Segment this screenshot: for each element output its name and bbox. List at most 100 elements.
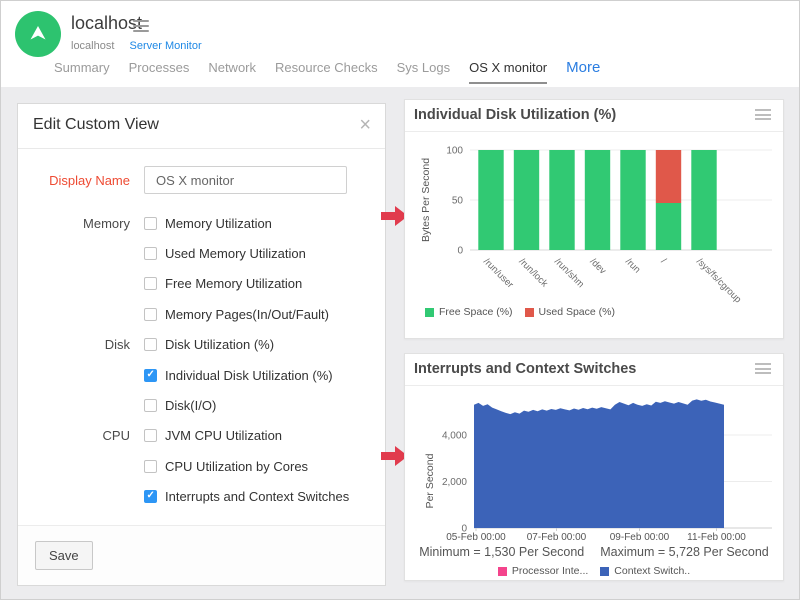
breadcrumb-host: localhost [71, 40, 114, 52]
legend-label: Free Space (%) [439, 306, 513, 318]
svg-text:07-Feb 00:00: 07-Feb 00:00 [527, 532, 587, 543]
disk-chart-legend: Free Space (%) Used Space (%) [425, 306, 615, 318]
disk-card-header: Individual Disk Utilization (%) [405, 100, 783, 132]
metric-row-memory-utilization: MemoryMemory Utilization [18, 208, 385, 238]
metric-label[interactable]: Disk Utilization (%) [165, 337, 274, 352]
app-root: localhost localhost Server Monitor Summa… [0, 0, 800, 600]
interrupts-card-header: Interrupts and Context Switches [405, 354, 783, 386]
tab-os-x-monitor[interactable]: OS X monitor [469, 60, 547, 84]
checkbox-checked-individual-disk-utilization[interactable] [144, 369, 157, 382]
legend-label: Used Space (%) [539, 306, 615, 318]
page-header: localhost localhost Server Monitor Summa… [1, 1, 799, 87]
svg-text:09-Feb 00:00: 09-Feb 00:00 [610, 532, 670, 543]
display-name-input[interactable] [144, 166, 347, 194]
tab-bar: Summary Processes Network Resource Checks Sy… [54, 57, 600, 84]
metric-row-disk-utilization: Disk Disk Utilization (%) [18, 330, 385, 360]
checkbox-used-memory-utilization[interactable] [144, 247, 157, 260]
interrupts-card-menu-icon[interactable] [755, 363, 771, 377]
tab-processes[interactable]: Processes [129, 60, 190, 84]
group-label: CPU [18, 428, 130, 443]
metric-row-interrupts-and-context-switches: Interrupts and Context Switches [18, 482, 385, 512]
legend-label: Processor Inte... [512, 565, 588, 577]
interrupts-card: Interrupts and Context Switches 02,0004,… [404, 353, 784, 581]
checkbox-jvm-cpu-utilization[interactable] [144, 429, 157, 442]
tab-more[interactable]: More [566, 59, 600, 84]
metric-label[interactable]: Memory Pages(In/Out/Fault) [165, 307, 329, 322]
svg-text:/run/user: /run/user [481, 256, 515, 290]
tab-resource-checks[interactable]: Resource Checks [275, 60, 378, 84]
legend-swatch-icon [425, 308, 434, 317]
display-name-row: Display Name [18, 166, 347, 194]
checkbox-disk-utilization[interactable] [144, 338, 157, 351]
panel-header: Edit Custom View × [18, 104, 385, 149]
panel-footer: Save [18, 525, 385, 585]
legend-item-processor-inte[interactable]: Processor Inte... [498, 565, 588, 577]
metric-row-cpu-utilization-by-cores: CPU Utilization by Cores [18, 451, 385, 481]
save-button[interactable]: Save [35, 541, 93, 570]
svg-text:2,000: 2,000 [442, 477, 467, 488]
svg-text:/run/lock: /run/lock [517, 256, 550, 289]
tab-summary[interactable]: Summary [54, 60, 110, 84]
maximum-value: Maximum = 5,728 Per Second [600, 545, 769, 559]
interrupts-area-chart: 02,0004,000Per Second05-Feb 00:0007-Feb … [405, 386, 785, 544]
svg-text:11-Feb 00:00: 11-Feb 00:00 [687, 532, 746, 543]
svg-text:50: 50 [452, 196, 464, 207]
svg-text:/run/shm: /run/shm [552, 256, 586, 290]
breadcrumb-monitor-link[interactable]: Server Monitor [129, 40, 201, 52]
interrupts-chart-legend: Processor Inte... Context Switch.. [405, 565, 783, 577]
edit-custom-view-panel: Edit Custom View × Display Name MemoryMe… [17, 103, 386, 586]
minimum-value: Minimum = 1,530 Per Second [419, 545, 584, 559]
svg-text:/dev: /dev [588, 256, 609, 277]
metric-label[interactable]: Free Memory Utilization [165, 276, 302, 291]
up-arrow-icon [26, 22, 50, 46]
checkbox-memory-pages-in-out-fault[interactable] [144, 308, 157, 321]
breadcrumb: localhost Server Monitor [71, 40, 202, 52]
legend-swatch-icon [498, 567, 507, 576]
group-label: Disk [18, 337, 130, 352]
metric-label[interactable]: CPU Utilization by Cores [165, 459, 308, 474]
svg-text:Per Second: Per Second [424, 453, 436, 508]
metric-label[interactable]: Interrupts and Context Switches [165, 489, 349, 504]
checkbox-disk-i-o[interactable] [144, 399, 157, 412]
disk-card-menu-icon[interactable] [755, 109, 771, 123]
svg-text:0: 0 [457, 246, 463, 257]
interrupts-chart-title: Interrupts and Context Switches [414, 361, 636, 377]
metric-label[interactable]: Individual Disk Utilization (%) [165, 368, 333, 383]
disk-bar-chart: 0 50 100 Bytes Per Second/run/user/run/lock… [405, 132, 785, 304]
metric-row-disk-i-o: Disk(I/O) [18, 390, 385, 420]
metric-row-individual-disk-utilization: Individual Disk Utilization (%) [18, 360, 385, 390]
host-title: localhost [71, 13, 142, 34]
metric-row-used-memory-utilization: Used Memory Utilization [18, 238, 385, 268]
svg-text:100: 100 [446, 146, 463, 157]
panel-title: Edit Custom View [33, 116, 159, 134]
monitor-status-icon [15, 11, 61, 57]
tab-sys-logs[interactable]: Sys Logs [397, 60, 450, 84]
tab-network[interactable]: Network [208, 60, 256, 84]
metric-row-jvm-cpu-utilization: CPU JVM CPU Utilization [18, 421, 385, 451]
legend-item-used-space[interactable]: Used Space (%) [525, 306, 615, 318]
legend-swatch-icon [600, 567, 609, 576]
legend-swatch-icon [525, 308, 534, 317]
display-name-label: Display Name [18, 173, 130, 188]
svg-text:/sys/fs/cgroup: /sys/fs/cgroup [694, 256, 743, 304]
metric-label[interactable]: JVM CPU Utilization [165, 428, 282, 443]
metric-label[interactable]: Disk(I/O) [165, 398, 216, 413]
metric-label[interactable]: Memory Utilization [165, 216, 272, 231]
checkbox-memory-utilization[interactable] [144, 217, 157, 230]
metric-row-free-memory-utilization: Free Memory Utilization [18, 269, 385, 299]
checkbox-free-memory-utilization[interactable] [144, 277, 157, 290]
svg-text:4,000: 4,000 [442, 431, 467, 442]
svg-text:05-Feb 00:00: 05-Feb 00:00 [446, 532, 506, 543]
close-icon[interactable]: × [359, 113, 371, 137]
disk-chart-title: Individual Disk Utilization (%) [414, 107, 616, 123]
metric-label[interactable]: Used Memory Utilization [165, 246, 306, 261]
svg-text:/run: /run [623, 256, 642, 275]
legend-label: Context Switch.. [614, 565, 690, 577]
hamburger-menu-icon[interactable] [133, 20, 149, 35]
legend-item-free-space[interactable]: Free Space (%) [425, 306, 513, 318]
legend-item-context-switch[interactable]: Context Switch.. [600, 565, 690, 577]
svg-text:Bytes Per Second: Bytes Per Second [420, 158, 432, 242]
checkbox-cpu-utilization-by-cores[interactable] [144, 460, 157, 473]
checkbox-checked-interrupts-and-context-switches[interactable] [144, 490, 157, 503]
svg-text:/: / [659, 256, 669, 266]
